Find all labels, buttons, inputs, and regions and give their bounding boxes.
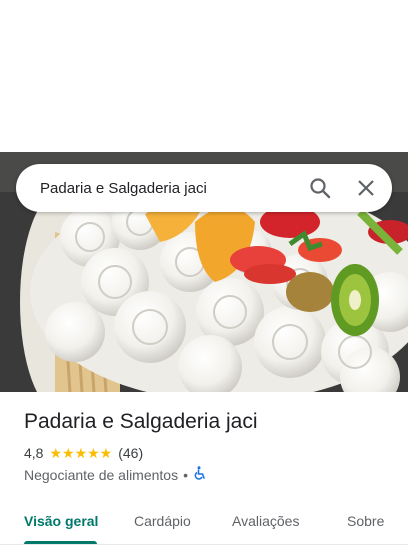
search-icon[interactable] [300, 168, 340, 208]
search-bar[interactable]: Padaria e Salgaderia jaci [16, 164, 392, 212]
place-title: Padaria e Salgaderia jaci [24, 410, 258, 433]
place-info-panel: Padaria e Salgaderia jaci 4,8 ★★★★★ (46)… [0, 392, 408, 545]
rating-stars: ★★★★★ [49, 446, 112, 460]
map-area-blank [0, 0, 408, 152]
wheelchair-icon [193, 466, 207, 483]
tab-overview[interactable]: Visão geral [24, 513, 98, 529]
rating-value: 4,8 [24, 445, 44, 461]
tab-menu[interactable]: Cardápio [134, 513, 191, 529]
separator: • [183, 466, 189, 483]
place-tabs: Visão geral Cardápio Avaliações Sobre [0, 500, 408, 545]
search-input[interactable]: Padaria e Salgaderia jaci [16, 180, 300, 197]
tab-reviews[interactable]: Avaliações [232, 513, 299, 529]
rating-row[interactable]: 4,8 ★★★★★ (46) [24, 445, 143, 461]
category-row: Negociante de alimentos • [24, 466, 207, 483]
close-icon[interactable] [346, 168, 386, 208]
review-count[interactable]: (46) [118, 445, 143, 461]
star-rating-icons: ★★★★★ [49, 445, 113, 461]
place-category: Negociante de alimentos [24, 466, 179, 483]
tab-about[interactable]: Sobre [347, 513, 384, 529]
